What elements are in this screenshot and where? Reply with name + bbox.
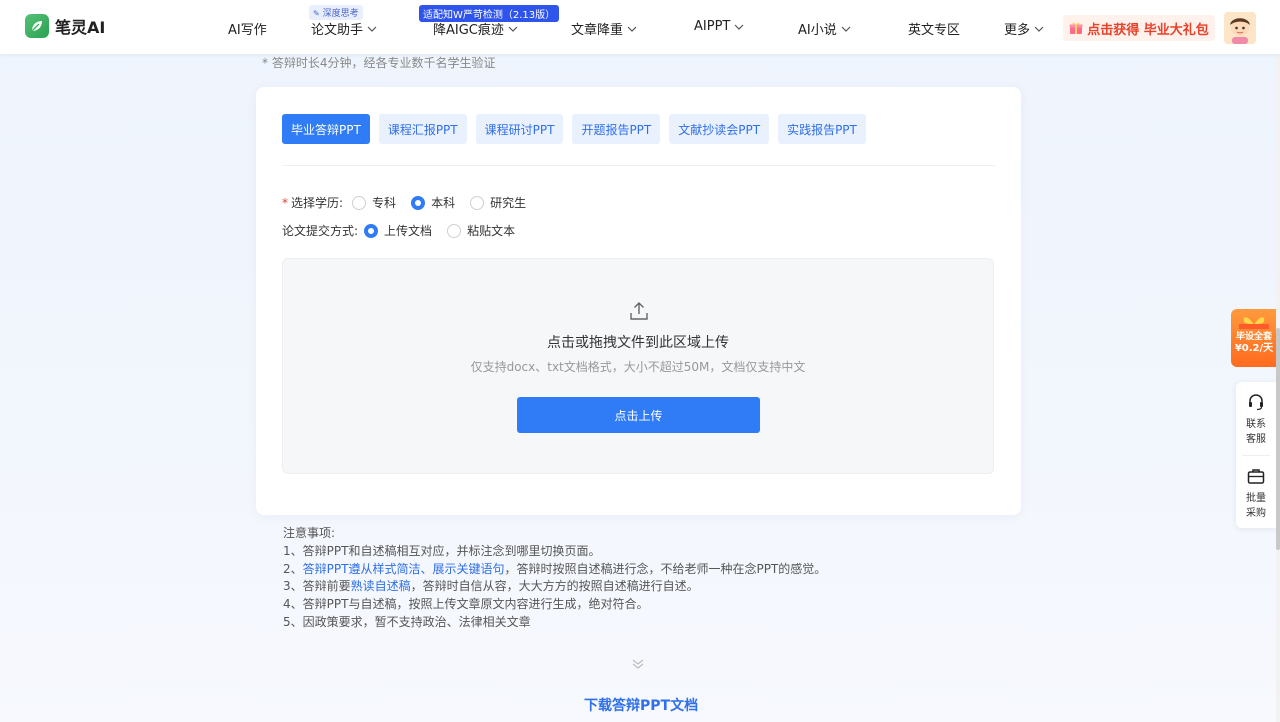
required-mark: * bbox=[282, 195, 288, 210]
notes-title: 注意事项: bbox=[283, 526, 336, 540]
avatar-icon bbox=[1224, 12, 1256, 44]
double-chevron-down-icon[interactable] bbox=[629, 655, 647, 673]
deep-think-badge: ✎ 深度思考 bbox=[309, 5, 363, 20]
ppt-type-tabs: 毕业答辩PPT 课程汇报PPT 课程研讨PPT 开题报告PPT 文献抄读会PPT… bbox=[282, 114, 866, 144]
upload-dropzone[interactable]: 点击或拖拽文件到此区域上传 仅支持docx、txt文档格式，大小不超过50M，文… bbox=[282, 258, 994, 474]
nav-item-english[interactable]: 英文专区 bbox=[908, 19, 960, 38]
nav-item-reduce-aigc[interactable]: 降AIGC痕迹 bbox=[433, 19, 518, 38]
contact-support-button[interactable]: 联系 客服 bbox=[1236, 392, 1276, 447]
nav-item-thesis-assistant[interactable]: 论文助手 bbox=[311, 19, 377, 38]
radio-circle-selected[interactable] bbox=[364, 223, 379, 238]
upload-hint: 仅支持docx、txt文档格式，大小不超过50M，文档仅支持中文 bbox=[470, 360, 806, 374]
notes-line-1: 1、答辩PPT和自述稿相互对应，并标注念到哪里切换页面。 bbox=[283, 543, 601, 558]
chevron-down-icon bbox=[1034, 26, 1044, 32]
nav-item-aippt[interactable]: AIPPT bbox=[694, 19, 744, 34]
tab-proposal-report[interactable]: 开题报告PPT bbox=[572, 114, 661, 144]
upload-title: 点击或拖拽文件到此区域上传 bbox=[547, 335, 729, 351]
nav-item-ai-novel[interactable]: AI小说 bbox=[798, 19, 851, 38]
education-label: 选择学历: bbox=[291, 196, 344, 210]
notes-highlight: 熟读自述稿 bbox=[350, 579, 411, 594]
top-note: * 答辩时长4分钟，经各专业数千名学生验证 bbox=[262, 56, 496, 70]
float-divider bbox=[1242, 455, 1270, 456]
nav-item-ai-writing[interactable]: AI写作 bbox=[228, 19, 267, 38]
chevron-down-icon bbox=[734, 24, 744, 30]
thesis-package-promo[interactable]: 毕设全套 ¥0.2/天 bbox=[1231, 309, 1277, 367]
user-avatar[interactable] bbox=[1224, 12, 1256, 44]
side-float-panel: 联系 客服 批量 采购 bbox=[1236, 382, 1276, 528]
notes-line-5: 5、因政策要求，暂不支持政治、法律相关文章 bbox=[283, 614, 531, 629]
brand-name: 笔灵AI bbox=[55, 18, 106, 37]
scrollbar-thumb[interactable] bbox=[1276, 328, 1280, 550]
main-card: 毕业答辩PPT 课程汇报PPT 课程研讨PPT 开题报告PPT 文献抄读会PPT… bbox=[256, 87, 1021, 515]
radio-upload-doc[interactable]: 上传文档 bbox=[364, 222, 432, 239]
nav-item-more[interactable]: 更多 bbox=[1004, 19, 1044, 38]
notes-line-2: 2、答辩PPT遵从样式简洁、展示关键语句，答辩时按照自述稿进行念，不给老师一种在… bbox=[283, 561, 827, 576]
radio-circle-selected[interactable] bbox=[411, 195, 426, 210]
tab-course-report[interactable]: 课程汇报PPT bbox=[378, 114, 467, 144]
chevron-down-icon bbox=[841, 26, 851, 32]
submit-method-row: 论文提交方式: 上传文档 粘贴文本 bbox=[282, 222, 521, 239]
radio-education-junior[interactable]: 专科 bbox=[352, 194, 396, 211]
notes-line-4: 4、答辩PPT与自述稿，按照上传文章原文内容进行生成，绝对符合。 bbox=[283, 597, 649, 612]
upload-icon bbox=[630, 302, 648, 320]
radio-circle[interactable] bbox=[352, 195, 367, 210]
graduation-gift-button[interactable]: 点击获得 毕业大礼包 bbox=[1063, 15, 1215, 41]
chevron-down-icon bbox=[627, 26, 637, 32]
headset-icon bbox=[1249, 394, 1263, 411]
upload-button[interactable]: 点击上传 bbox=[517, 397, 760, 433]
notes-line-3: 3、答辩前要熟读自述稿，答辩时自信从容，大大方方的按照自述稿进行自述。 bbox=[283, 579, 699, 594]
notes-section: 注意事项: 1、答辩PPT和自述稿相互对应，并标注念到哪里切换页面。 2、答辩P… bbox=[283, 525, 826, 632]
briefcase-icon bbox=[1247, 469, 1265, 484]
gift-bow-icon bbox=[1239, 317, 1269, 329]
radio-circle[interactable] bbox=[447, 223, 462, 238]
tab-course-seminar[interactable]: 课程研讨PPT bbox=[475, 114, 564, 144]
download-defense-ppt-link[interactable]: 下载答辩PPT文档 bbox=[584, 695, 698, 715]
logo[interactable]: 笔灵AI bbox=[25, 14, 105, 38]
tab-practice-report[interactable]: 实践报告PPT bbox=[778, 114, 866, 144]
chevron-down-icon bbox=[508, 26, 518, 32]
tab-literature-reading[interactable]: 文献抄读会PPT bbox=[669, 114, 770, 144]
radio-education-bachelor[interactable]: 本科 bbox=[411, 194, 455, 211]
submit-method-label: 论文提交方式: bbox=[282, 224, 359, 238]
leaf-logo-icon bbox=[25, 14, 49, 38]
tabs-divider bbox=[282, 165, 995, 166]
radio-circle[interactable] bbox=[470, 195, 485, 210]
edit-icon: ✎ bbox=[313, 9, 320, 18]
notes-highlight: 答辩PPT遵从样式简洁、展示关键语句 bbox=[302, 561, 505, 576]
gift-icon bbox=[1069, 22, 1083, 34]
education-row: * 选择学历: 专科 本科 研究生 bbox=[282, 194, 532, 211]
radio-education-graduate[interactable]: 研究生 bbox=[470, 194, 526, 211]
bulk-purchase-button[interactable]: 批量 采购 bbox=[1236, 466, 1276, 521]
chevron-down-icon bbox=[367, 26, 377, 32]
tab-graduation-defense[interactable]: 毕业答辩PPT bbox=[282, 114, 370, 144]
top-nav-bar: 笔灵AI AI写作 ✎ 深度思考 论文助手 适配知W严苛检测（2.13版） 降A… bbox=[0, 0, 1280, 54]
radio-paste-text[interactable]: 粘贴文本 bbox=[447, 222, 515, 239]
nav-item-rewrite[interactable]: 文章降重 bbox=[571, 19, 637, 38]
